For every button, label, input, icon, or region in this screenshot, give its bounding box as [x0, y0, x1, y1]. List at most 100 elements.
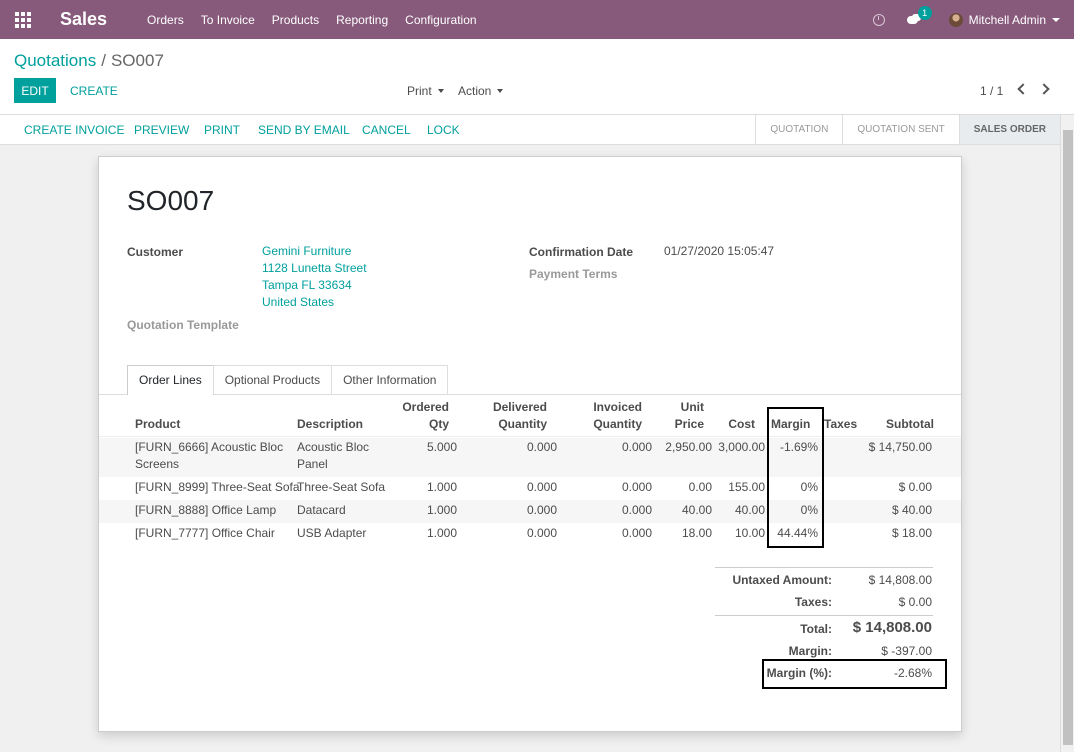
discuss-chat-icon[interactable]: 1 [906, 5, 932, 26]
col-cost[interactable]: Cost [709, 416, 755, 433]
line-product[interactable]: [FURN_8999] Three-Seat Sofa [135, 479, 300, 496]
line-delivered-qty[interactable]: 0.000 [479, 502, 557, 519]
line-ordered-qty[interactable]: 1.000 [389, 525, 457, 542]
action-dropdown[interactable]: Action [458, 84, 504, 98]
line-ordered-qty[interactable]: 1.000 [389, 502, 457, 519]
col-taxes[interactable]: Taxes [824, 416, 857, 433]
breadcrumb-quotations[interactable]: Quotations [14, 51, 96, 70]
col-invoiced-qty[interactable]: Invoiced Quantity [579, 399, 642, 433]
pager-next-icon[interactable] [1038, 83, 1050, 95]
print-dropdown[interactable]: Print [407, 84, 444, 98]
send-by-email-button[interactable]: SEND BY EMAIL [258, 123, 350, 137]
pager-value[interactable]: 1 / 1 [980, 84, 1003, 98]
customer-name[interactable]: Gemini Furniture [262, 243, 367, 260]
control-panel: Quotations / SO007 EDIT CREATE Print Actio… [0, 39, 1074, 115]
confirmation-date-label: Confirmation Date [529, 245, 634, 259]
form-sheet: SO007 Customer Gemini Furniture 1128 Lun… [98, 156, 962, 732]
totals-divider [715, 567, 933, 568]
scrollbar[interactable] [1060, 115, 1074, 752]
menu-reporting[interactable]: Reporting [336, 13, 388, 27]
line-ordered-qty[interactable]: 5.000 [389, 439, 457, 456]
line-invoiced-qty[interactable]: 0.000 [579, 502, 652, 519]
notebook-tabs: Order Lines Optional Products Other Info… [127, 365, 449, 395]
untaxed-amount-value: $ 14,808.00 [868, 573, 932, 587]
col-invoiced-qty-line1: Invoiced [593, 400, 642, 414]
line-product[interactable]: [FURN_7777] Office Chair [135, 525, 275, 542]
payment-terms-label: Payment Terms [529, 267, 618, 281]
tab-other-information[interactable]: Other Information [331, 365, 449, 394]
line-description[interactable]: Three-Seat Sofa [297, 479, 385, 496]
line-description[interactable]: Acoustic Bloc Panel [297, 439, 369, 473]
user-avatar[interactable] [948, 12, 963, 27]
stage-quotation-sent[interactable]: QUOTATION SENT [842, 115, 958, 144]
line-unit-price[interactable]: 2,950.00 [654, 439, 712, 456]
line-delivered-qty[interactable]: 0.000 [479, 439, 557, 456]
tab-order-lines[interactable]: Order Lines [127, 365, 214, 395]
customer-city[interactable]: Tampa FL 33634 [262, 277, 367, 294]
lock-button[interactable]: LOCK [427, 123, 460, 137]
create-button[interactable]: CREATE [70, 84, 118, 98]
cancel-button[interactable]: CANCEL [362, 123, 411, 137]
line-delivered-qty[interactable]: 0.000 [479, 525, 557, 542]
print-button[interactable]: PRINT [204, 123, 240, 137]
col-unit-price[interactable]: Unit Price [659, 399, 704, 433]
line-cost[interactable]: 40.00 [709, 502, 765, 519]
line-cost[interactable]: 3,000.00 [709, 439, 765, 456]
line-cost[interactable]: 10.00 [709, 525, 765, 542]
line-description[interactable]: USB Adapter [297, 525, 366, 542]
apps-menu-icon[interactable] [0, 0, 46, 39]
user-menu[interactable]: Mitchell Admin [969, 13, 1046, 27]
stage-pipeline: QUOTATION QUOTATION SENT SALES ORDER [755, 115, 1060, 144]
col-ordered-qty-line2: Qty [428, 417, 449, 431]
col-delivered-qty[interactable]: Delivered Quantity [479, 399, 547, 433]
col-subtotal[interactable]: Subtotal [859, 416, 934, 433]
customer-street[interactable]: 1128 Lunetta Street [262, 260, 367, 277]
stage-quotation[interactable]: QUOTATION [755, 115, 842, 144]
menu-configuration[interactable]: Configuration [405, 13, 476, 27]
col-ordered-qty[interactable]: Ordered Qty [389, 399, 449, 433]
create-invoice-button[interactable]: CREATE INVOICE [24, 123, 124, 137]
app-brand[interactable]: Sales [60, 9, 107, 30]
menu-orders[interactable]: Orders [147, 13, 184, 27]
total-label: Total: [800, 622, 832, 636]
action-dropdown-label: Action [458, 84, 492, 98]
menu-products[interactable]: Products [272, 13, 319, 27]
line-product-line1: [FURN_6666] Acoustic Bloc [135, 440, 284, 454]
line-invoiced-qty[interactable]: 0.000 [579, 525, 652, 542]
edit-button[interactable]: EDIT [14, 78, 56, 103]
pager-previous-icon[interactable] [1017, 83, 1029, 95]
col-invoiced-qty-line2: Quantity [593, 417, 642, 431]
customer-address[interactable]: Gemini Furniture 1128 Lunetta Street Tam… [262, 243, 367, 311]
line-product-line2: Screens [135, 457, 180, 471]
line-product[interactable]: [FURN_8888] Office Lamp [135, 502, 276, 519]
preview-button[interactable]: PREVIEW [134, 123, 189, 137]
line-invoiced-qty[interactable]: 0.000 [579, 439, 652, 456]
line-invoiced-qty[interactable]: 0.000 [579, 479, 652, 496]
breadcrumb: Quotations / SO007 [14, 51, 164, 71]
line-cost[interactable]: 155.00 [709, 479, 765, 496]
user-menu-caret-icon[interactable] [1052, 17, 1060, 22]
tabs-divider [99, 394, 961, 395]
line-unit-price[interactable]: 40.00 [654, 502, 712, 519]
line-unit-price[interactable]: 18.00 [654, 525, 712, 542]
menu-to-invoice[interactable]: To Invoice [201, 13, 255, 27]
line-product[interactable]: [FURN_6666] Acoustic Bloc Screens [135, 439, 283, 473]
line-subtotal: $ 14,750.00 [868, 440, 932, 454]
line-description[interactable]: Datacard [297, 502, 346, 519]
tab-optional-products[interactable]: Optional Products [212, 365, 333, 394]
col-description[interactable]: Description [297, 416, 363, 433]
line-ordered-qty[interactable]: 1.000 [389, 479, 457, 496]
margin-label: Margin: [788, 644, 832, 658]
breadcrumb-separator: / [101, 51, 106, 70]
line-description-line2: Panel [297, 457, 328, 471]
col-product[interactable]: Product [135, 416, 180, 433]
line-unit-price[interactable]: 0.00 [654, 479, 712, 496]
margin-percent-highlight [762, 659, 947, 689]
print-dropdown-label: Print [407, 84, 432, 98]
scrollbar-thumb[interactable] [1063, 130, 1073, 745]
activity-clock-icon[interactable] [872, 13, 885, 26]
confirmation-date-value: 01/27/2020 15:05:47 [664, 244, 775, 258]
customer-country[interactable]: United States [262, 294, 367, 311]
stage-sales-order[interactable]: SALES ORDER [958, 115, 1060, 144]
line-delivered-qty[interactable]: 0.000 [479, 479, 557, 496]
